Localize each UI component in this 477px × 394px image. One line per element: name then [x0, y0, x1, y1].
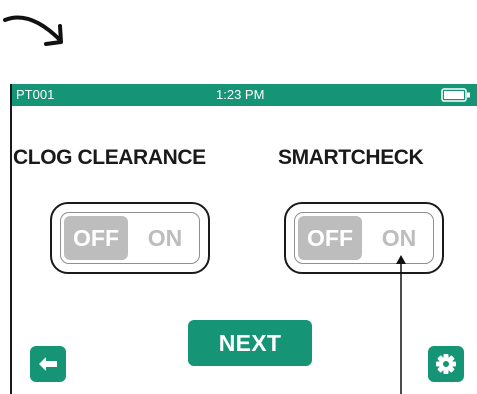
smartcheck-title: SMARTCHECK	[278, 146, 424, 169]
settings-button[interactable]	[428, 346, 464, 382]
status-time: 1:23 PM	[216, 87, 265, 102]
gear-icon	[436, 354, 456, 374]
status-bar: PT001 1:23 PM	[12, 84, 477, 106]
smartcheck-on-option[interactable]: ON	[367, 216, 431, 260]
clog-clearance-on-option[interactable]: ON	[133, 216, 197, 260]
battery-full-icon	[441, 88, 470, 102]
toggle-track: OFF ON	[294, 212, 434, 264]
next-button[interactable]: NEXT	[188, 320, 312, 366]
clog-clearance-toggle[interactable]: OFF ON	[50, 202, 210, 274]
arrow-left-icon	[39, 357, 57, 371]
smartcheck-off-option[interactable]: OFF	[298, 216, 362, 260]
toggle-track: OFF ON	[60, 212, 200, 264]
clog-clearance-off-option[interactable]: OFF	[64, 216, 128, 260]
device-id: PT001	[16, 87, 55, 102]
smartcheck-toggle[interactable]: OFF ON	[284, 202, 444, 274]
device-screen: PT001 1:23 PM CLOG CLEARANCE SMARTCHECK …	[10, 84, 477, 394]
clog-clearance-title: CLOG CLEARANCE	[13, 146, 206, 169]
annotation-curved-arrow	[3, 15, 63, 46]
back-button[interactable]	[30, 346, 66, 382]
